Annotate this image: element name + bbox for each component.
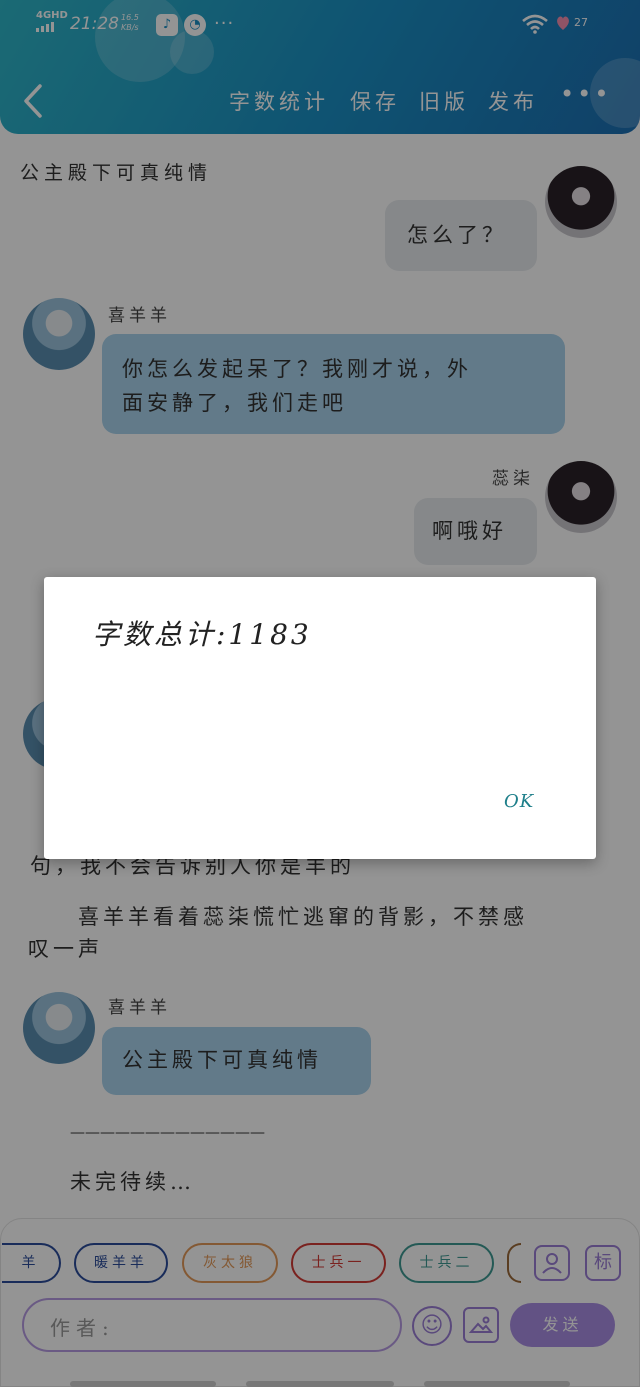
ok-button[interactable]: OK (504, 791, 534, 812)
word-count-dialog: 字数总计:1183 OK (44, 577, 596, 859)
word-count-total: 字数总计:1183 (92, 618, 312, 651)
